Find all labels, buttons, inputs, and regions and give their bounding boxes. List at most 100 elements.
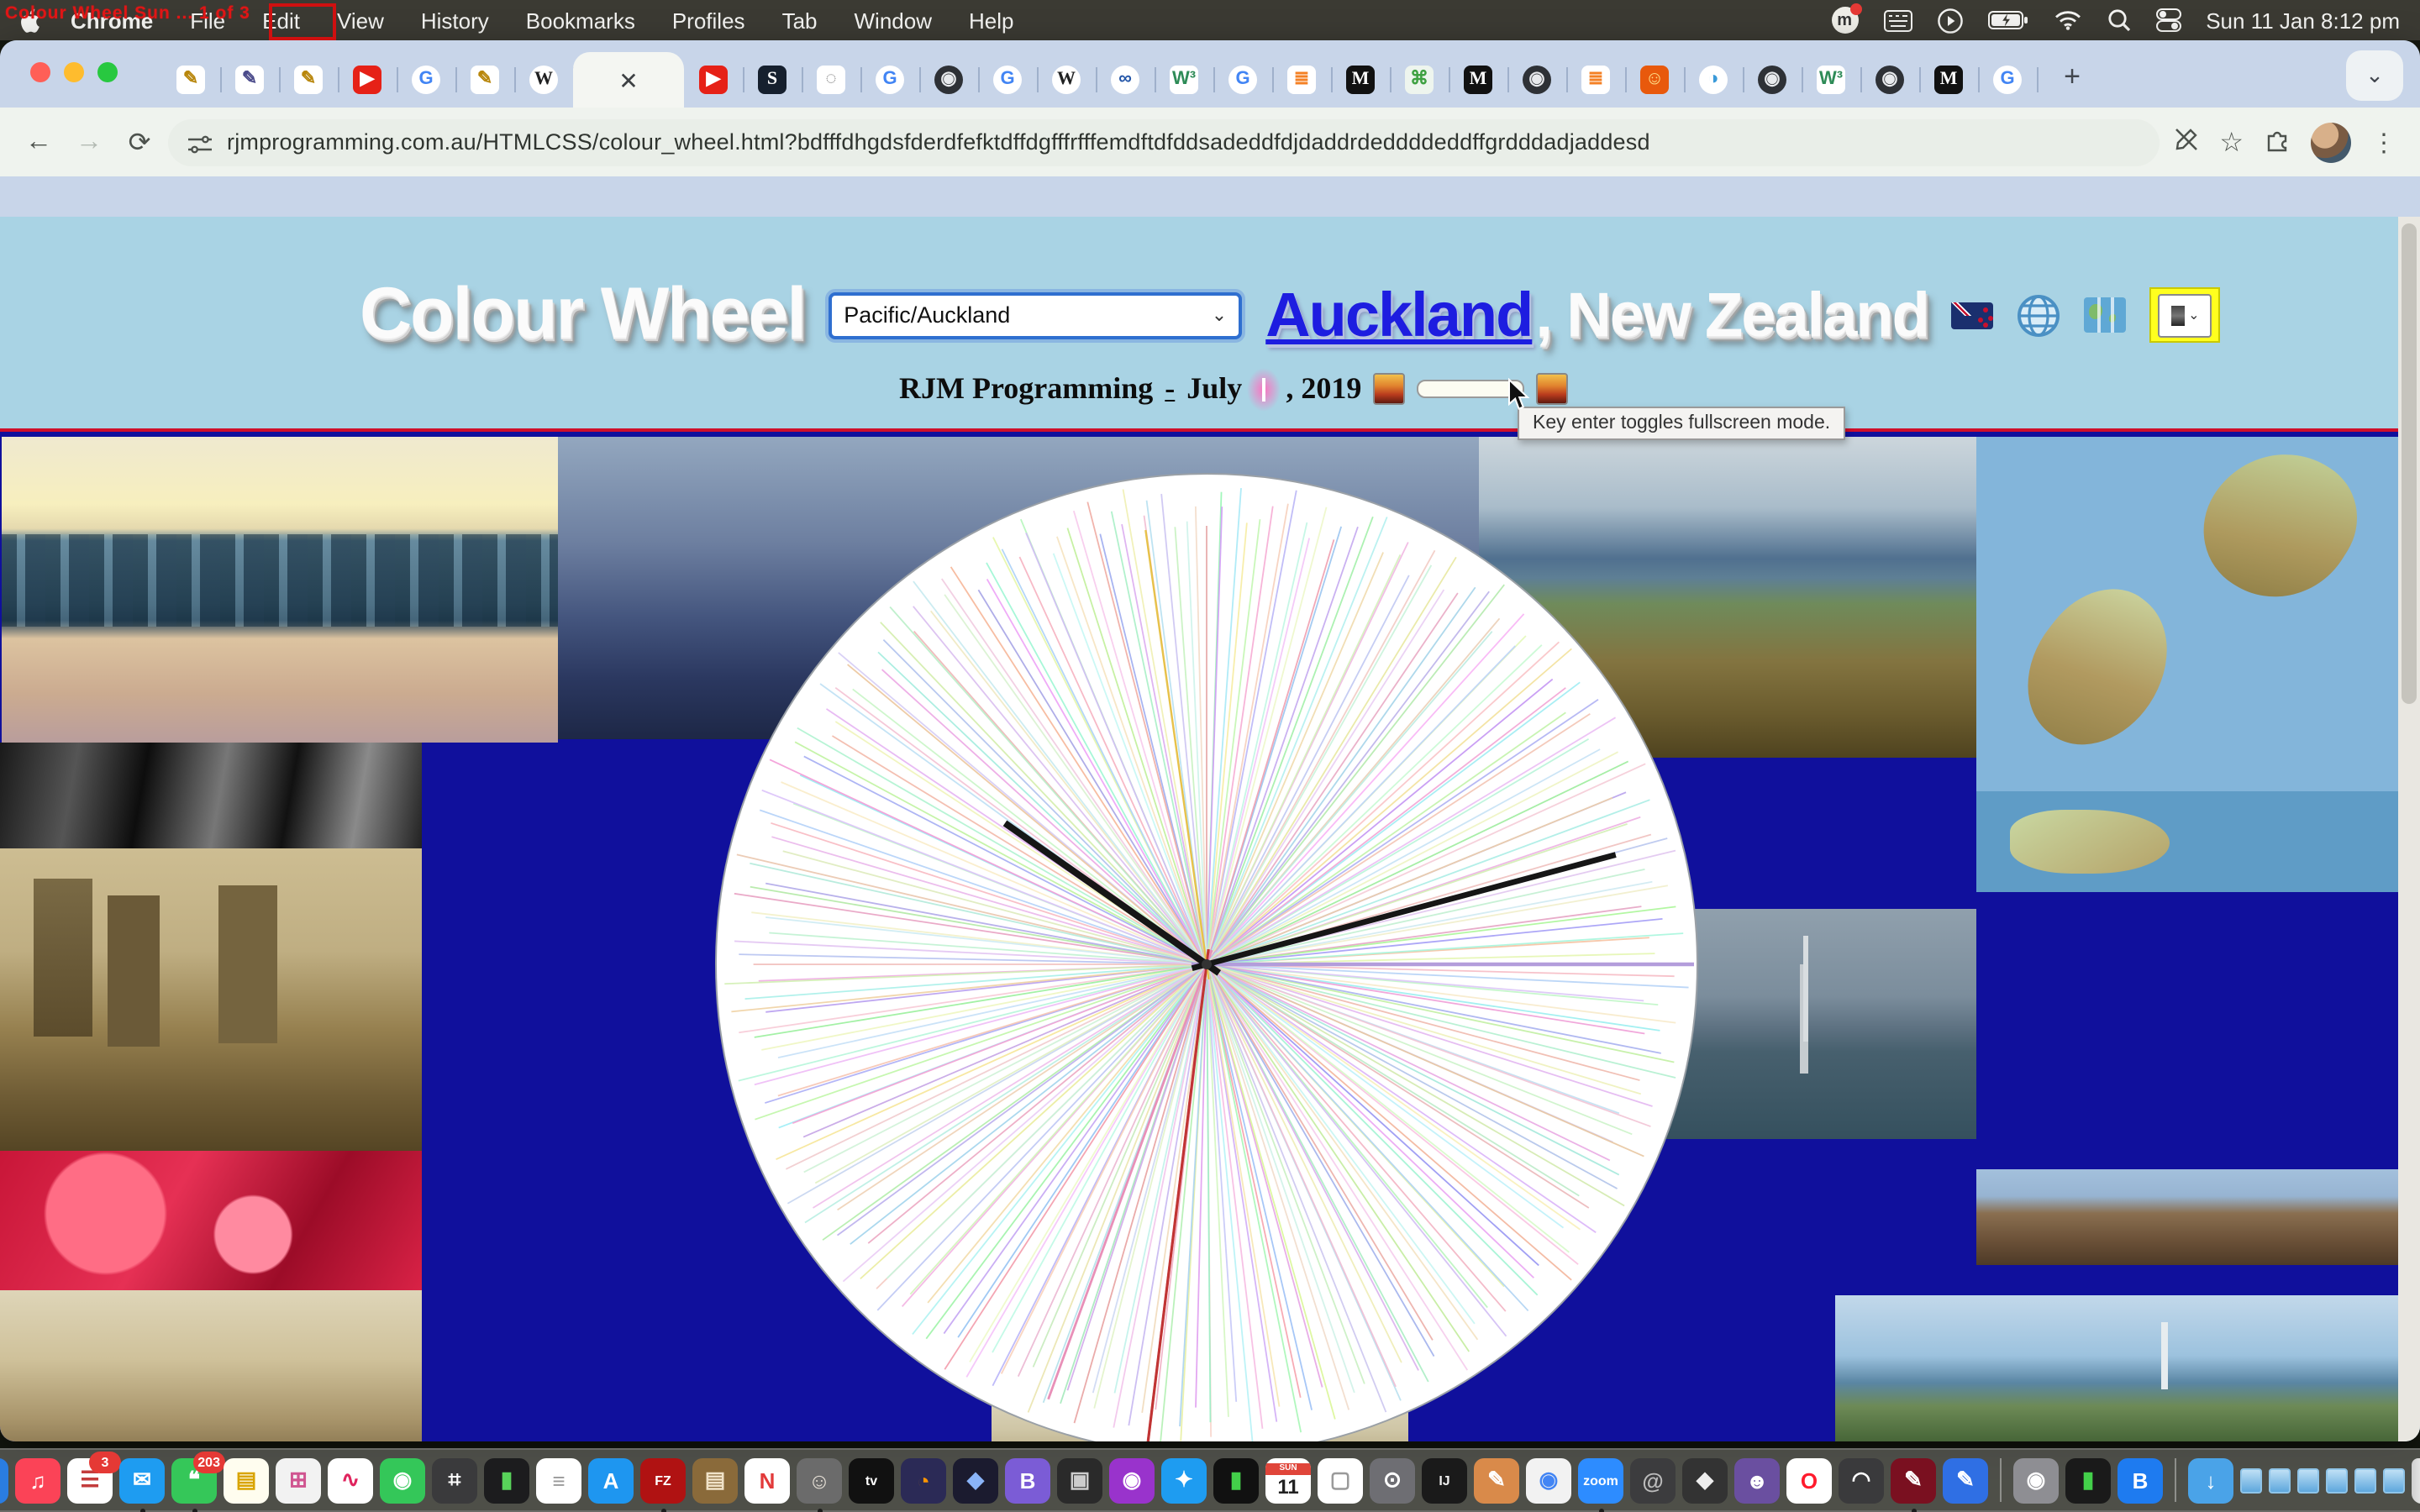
dock-health-curve[interactable]: ∿: [328, 1457, 373, 1503]
tab-medium-m[interactable]: M: [1919, 52, 1978, 108]
menubar-item-bookmarks[interactable]: Bookmarks: [508, 8, 654, 33]
tab-chrome[interactable]: ◉: [1507, 52, 1566, 108]
search-icon[interactable]: [2107, 8, 2130, 32]
close-window-button[interactable]: [30, 62, 50, 82]
byline-dash-link[interactable]: -: [1165, 371, 1175, 407]
tab-youtube[interactable]: ▶: [684, 52, 743, 108]
tab-google[interactable]: G: [1213, 52, 1272, 108]
dock-bluetooth[interactable]: B: [2118, 1457, 2163, 1503]
back-button[interactable]: ←: [17, 120, 60, 164]
dock-garage-spiral[interactable]: @: [1630, 1457, 1676, 1503]
tab-rjm-pencil[interactable]: ✎: [455, 52, 514, 108]
tab-stackoverflow[interactable]: ≣: [1272, 52, 1331, 108]
new-tab-button[interactable]: +: [2047, 52, 2097, 102]
dock-art-palette[interactable]: ✎: [1474, 1457, 1519, 1503]
wall-mini-select[interactable]: ⌄: [2159, 293, 2212, 337]
url-text[interactable]: rjmprogramming.com.au/HTMLCSS/colour_whe…: [227, 129, 1650, 155]
tab-rjm-pencil[interactable]: ✎: [279, 52, 338, 108]
sunset-thumbnail-left[interactable]: [1373, 373, 1405, 405]
menubar-item-tab[interactable]: Tab: [764, 8, 836, 33]
dock-firefox[interactable]: ◔: [901, 1457, 946, 1503]
dock-magnifier-app[interactable]: ⊙: [1370, 1457, 1415, 1503]
dock-apple-tv[interactable]: tv: [849, 1457, 894, 1503]
minimized-doc[interactable]: [2326, 1467, 2348, 1493]
sunset-thumbnail-right[interactable]: [1536, 373, 1568, 405]
dock-books-b[interactable]: B: [1005, 1457, 1050, 1503]
minimized-doc[interactable]: [2297, 1467, 2319, 1493]
dock-textedit[interactable]: ≡: [536, 1457, 581, 1503]
tab-stuff-s[interactable]: S: [743, 52, 802, 108]
tab-chrome[interactable]: ◉: [1743, 52, 1802, 108]
tab-w3schools[interactable]: W³: [1155, 52, 1213, 108]
extensions-icon[interactable]: [2264, 126, 2291, 158]
wall-select-widget[interactable]: ⌄: [2150, 287, 2221, 343]
dock-intellij[interactable]: IJ: [1422, 1457, 1467, 1503]
tab-google[interactable]: G: [397, 52, 455, 108]
city-link[interactable]: Auckland: [1265, 280, 1532, 350]
dock-mail[interactable]: ✉: [119, 1457, 165, 1503]
dock-preview-page[interactable]: ▢: [1318, 1457, 1363, 1503]
tab-orange-book[interactable]: ☺: [1625, 52, 1684, 108]
notification-app-icon[interactable]: m: [1831, 7, 1858, 34]
tab-command-green[interactable]: ⌘: [1390, 52, 1449, 108]
dock-messages[interactable]: ❝203: [171, 1457, 217, 1503]
dock-app-store[interactable]: A: [588, 1457, 634, 1503]
dock-music[interactable]: ♫: [15, 1457, 60, 1503]
wifi-icon[interactable]: [2053, 10, 2081, 30]
dock-opera[interactable]: O: [1786, 1457, 1832, 1503]
tab-wikipedia[interactable]: W: [514, 52, 573, 108]
minimized-doc[interactable]: [2240, 1467, 2262, 1493]
reload-button[interactable]: ⟳: [118, 120, 161, 164]
dock-gimp[interactable]: ☺: [797, 1457, 842, 1503]
tab-pie-globe[interactable]: ◑: [1684, 52, 1743, 108]
dock-calculator[interactable]: ⌗: [432, 1457, 477, 1503]
dock-obsidian[interactable]: ◆: [953, 1457, 998, 1503]
minimized-doc[interactable]: [2383, 1467, 2405, 1493]
dock-red-pen-app[interactable]: ✎: [1891, 1457, 1936, 1503]
profile-avatar[interactable]: [2311, 122, 2351, 162]
menubar-item-help[interactable]: Help: [950, 8, 1033, 33]
tab-google[interactable]: G: [1978, 52, 2037, 108]
bookmark-star-icon[interactable]: ☆: [2219, 125, 2244, 159]
dock-terminal-small[interactable]: ▮: [2065, 1457, 2111, 1503]
tab-google[interactable]: G: [978, 52, 1037, 108]
tab-google[interactable]: G: [860, 52, 919, 108]
timezone-select[interactable]: Pacific/Auckland ⌄: [829, 291, 1242, 339]
dock-reminders[interactable]: ☰3: [67, 1457, 113, 1503]
dock-terminal[interactable]: ▮: [484, 1457, 529, 1503]
dock-calendar[interactable]: SUN11: [1265, 1457, 1311, 1503]
dock-filezilla[interactable]: FZ: [640, 1457, 686, 1503]
pen-slash-icon[interactable]: [2172, 126, 2199, 158]
dock-chrome[interactable]: ◉: [1526, 1457, 1571, 1503]
tab-wikipedia[interactable]: W: [1037, 52, 1096, 108]
dock-facetime[interactable]: ◉: [380, 1457, 425, 1503]
forward-button[interactable]: →: [67, 120, 111, 164]
dock-inkscape[interactable]: ◆: [1682, 1457, 1728, 1503]
tab-youtube[interactable]: ▶: [338, 52, 397, 108]
menu-kebab-icon[interactable]: ⋮: [2371, 127, 2396, 157]
dock-news[interactable]: N: [744, 1457, 790, 1503]
minimized-doc[interactable]: [2354, 1467, 2376, 1493]
tab-stackoverflow[interactable]: ≣: [1566, 52, 1625, 108]
dock-photos-frame[interactable]: ▣: [1057, 1457, 1102, 1503]
tab-search-chevron[interactable]: ⌄: [2346, 50, 2403, 101]
minimized-doc[interactable]: [2269, 1467, 2291, 1493]
dock-downloads-folder[interactable]: ↓: [2188, 1457, 2233, 1503]
tab-medium-m[interactable]: M: [1331, 52, 1390, 108]
tab-medium-m[interactable]: M: [1449, 52, 1507, 108]
tab-rjm-pencil[interactable]: ✎: [220, 52, 279, 108]
vertical-scrollbar-thumb[interactable]: [2402, 223, 2417, 704]
tab-rjm-pencil[interactable]: ✎: [161, 52, 220, 108]
dock-accessibility-app[interactable]: ◉: [2013, 1457, 2059, 1503]
tab-loading-spinner[interactable]: ◌: [802, 52, 860, 108]
maximize-window-button[interactable]: [97, 62, 118, 82]
menubar-item-profiles[interactable]: Profiles: [654, 8, 764, 33]
dock-zoom[interactable]: zoom: [1578, 1457, 1623, 1503]
dock-blue-pen-app[interactable]: ✎: [1943, 1457, 1988, 1503]
battery-charging-icon[interactable]: [1987, 10, 2028, 30]
address-bar[interactable]: rjmprogramming.com.au/HTMLCSS/colour_whe…: [168, 118, 2159, 165]
dock-purple-face-app[interactable]: ☻: [1734, 1457, 1780, 1503]
dock-safari[interactable]: ✦: [1161, 1457, 1207, 1503]
tab-codepen-loop[interactable]: ∞: [1096, 52, 1155, 108]
colour-wheel-clock[interactable]: [714, 472, 1699, 1441]
